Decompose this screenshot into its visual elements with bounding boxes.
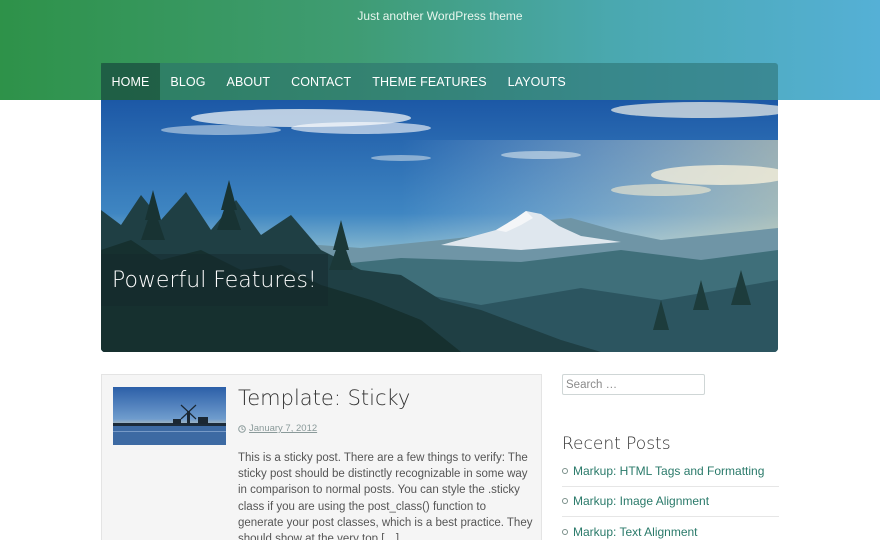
mountain-landscape-image bbox=[101, 100, 778, 352]
recent-posts-list: Markup: HTML Tags and Formatting Markup:… bbox=[562, 456, 779, 540]
circle-bullet-icon bbox=[562, 529, 568, 536]
circle-bullet-icon bbox=[562, 498, 568, 505]
nav-item-about[interactable]: ABOUT bbox=[216, 63, 281, 100]
post-meta: January 7, 2012 bbox=[238, 423, 317, 434]
clock-icon bbox=[238, 424, 246, 433]
sticky-post-card: Template: Sticky January 7, 2012 This is… bbox=[101, 374, 542, 540]
windmill-thumbnail-image bbox=[113, 387, 226, 445]
nav-item-contact[interactable]: CONTACT bbox=[281, 63, 362, 100]
search-input[interactable] bbox=[562, 374, 705, 395]
circle-bullet-icon bbox=[562, 467, 568, 474]
post-title[interactable]: Template: Sticky bbox=[238, 386, 410, 410]
list-item: Markup: Image Alignment bbox=[562, 487, 779, 517]
nav-item-home[interactable]: HOME bbox=[101, 63, 160, 100]
recent-posts-title: Recent Posts bbox=[562, 434, 671, 454]
nav-item-blog[interactable]: BLOG bbox=[160, 63, 216, 100]
recent-post-link[interactable]: Markup: Image Alignment bbox=[573, 494, 709, 508]
post-thumbnail[interactable] bbox=[113, 387, 226, 445]
list-item: Markup: Text Alignment bbox=[562, 517, 779, 540]
nav-item-theme-features[interactable]: THEME FEATURES bbox=[362, 63, 497, 100]
post-excerpt: This is a sticky post. There are a few t… bbox=[238, 452, 533, 540]
featured-slider[interactable]: Powerful Features! bbox=[101, 100, 778, 352]
slide-caption: Powerful Features! bbox=[101, 254, 328, 306]
nav-item-layouts[interactable]: LAYOUTS bbox=[497, 63, 576, 100]
site-tagline: Just another WordPress theme bbox=[357, 9, 523, 23]
main-navigation: HOME BLOG ABOUT CONTACT THEME FEATURES L… bbox=[101, 63, 778, 100]
recent-post-link[interactable]: Markup: HTML Tags and Formatting bbox=[573, 464, 764, 478]
post-date-link[interactable]: January 7, 2012 bbox=[249, 423, 317, 434]
list-item: Markup: HTML Tags and Formatting bbox=[562, 456, 779, 487]
recent-post-link[interactable]: Markup: Text Alignment bbox=[573, 525, 698, 539]
